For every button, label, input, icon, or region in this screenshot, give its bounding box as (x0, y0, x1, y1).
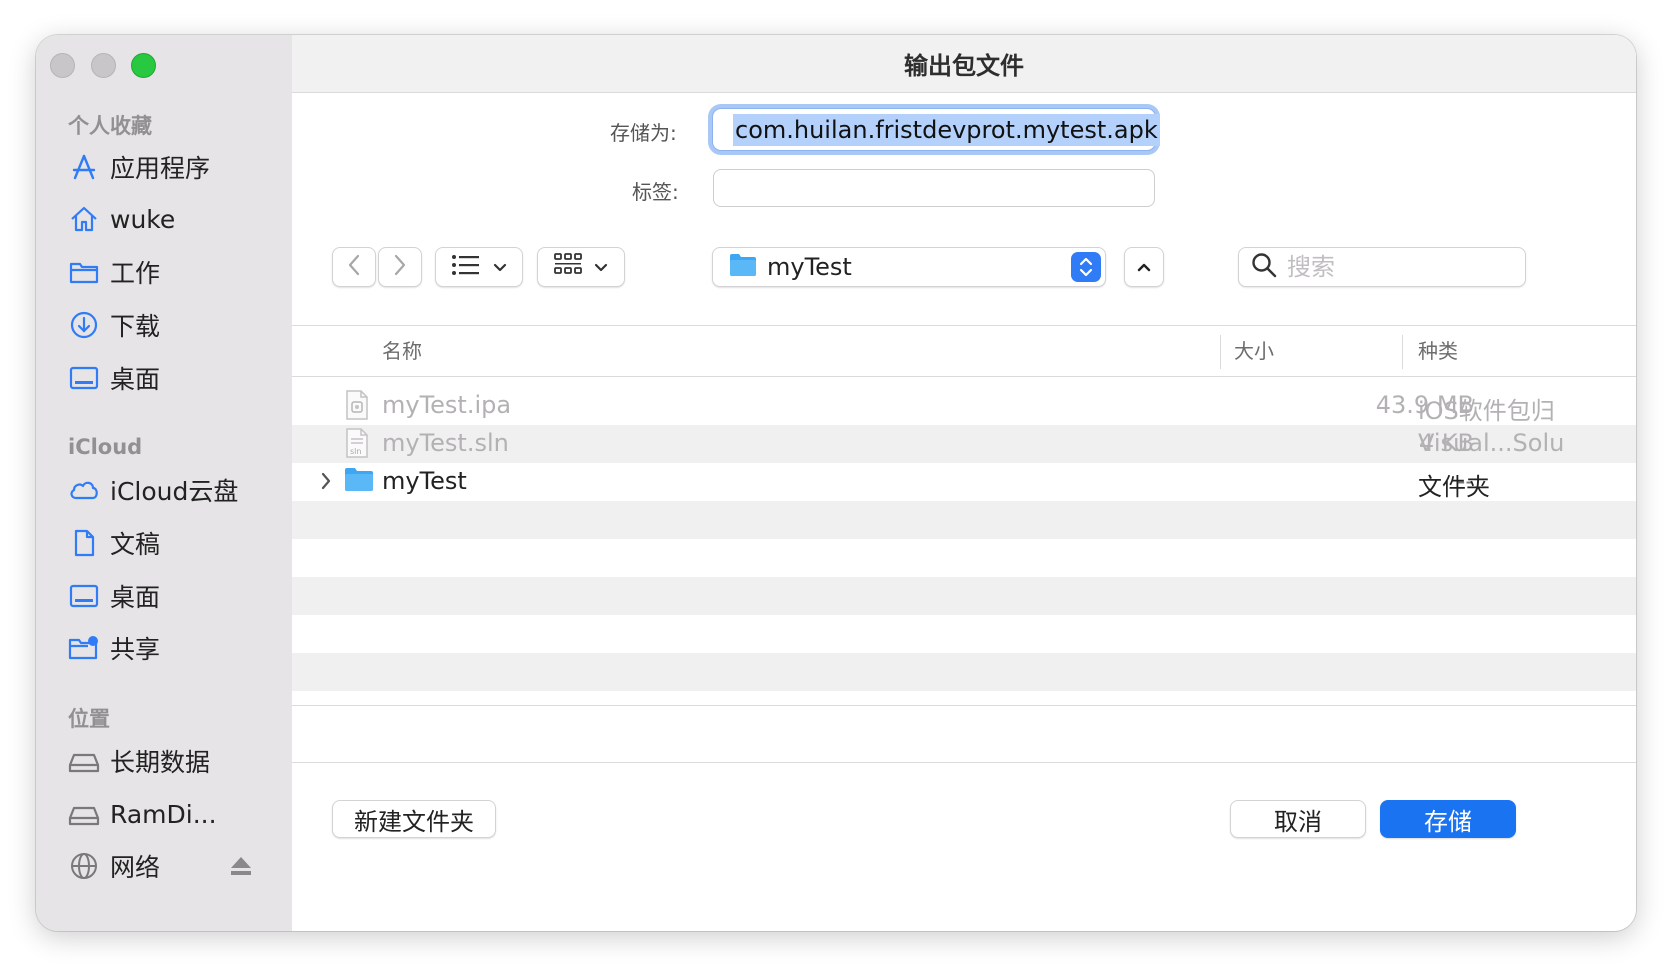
folder-icon (344, 466, 374, 496)
sidebar-item-long-term-data[interactable]: 长期数据 (68, 739, 288, 783)
sidebar-item-shared[interactable]: 共享 (68, 626, 288, 670)
main-panel: 输出包文件 存储为: com.huilan.fristdevprot.mytes… (292, 35, 1636, 931)
sidebar-item-label: wuke (110, 204, 176, 234)
folder-icon (68, 256, 100, 288)
shared-folder-icon (68, 632, 100, 664)
chevron-up-icon (1136, 258, 1152, 277)
file-name: myTest (382, 467, 467, 495)
back-button[interactable] (332, 247, 376, 287)
sidebar-item-label: 桌面 (110, 583, 161, 612)
sln-file-icon: sln (344, 428, 370, 462)
updown-chevron-icon (1071, 252, 1101, 282)
table-row (292, 501, 1636, 539)
search-field[interactable] (1238, 247, 1526, 287)
sidebar-item-desktop[interactable]: 桌面 (68, 356, 288, 400)
zoom-window-button[interactable] (131, 53, 156, 78)
sidebar-item-label: 下载 (110, 312, 161, 341)
tags-label: 标签: (632, 180, 679, 204)
sidebar-item-label: 网络 (110, 853, 161, 882)
search-input[interactable] (1287, 253, 1507, 281)
tags-field[interactable] (713, 169, 1155, 207)
drive-icon (68, 798, 100, 830)
close-window-button[interactable] (50, 53, 75, 78)
new-folder-label: 新建文件夹 (354, 807, 474, 836)
sidebar-item-label: RamDi... (110, 799, 217, 829)
sidebar-item-label: iCloud云盘 (110, 477, 239, 506)
file-kind: 文件夹 (1418, 473, 1490, 501)
save-as-value[interactable]: com.huilan.fristdevprot.mytest.apk (733, 113, 1160, 146)
gallery-view-button[interactable] (537, 247, 625, 287)
sidebar-item-label: 桌面 (110, 365, 161, 394)
folder-icon (729, 253, 757, 281)
minimize-window-button[interactable] (91, 53, 116, 78)
sidebar-section-icloud: iCloud (68, 435, 143, 459)
sidebar-item-work[interactable]: 工作 (68, 250, 288, 294)
sidebar-item-applications[interactable]: 应用程序 (68, 145, 288, 189)
sidebar-item-label: 文稿 (110, 530, 161, 559)
save-button[interactable]: 存储 (1380, 800, 1516, 838)
column-header-name[interactable]: 名称 (382, 335, 422, 364)
sidebar-item-documents[interactable]: 文稿 (68, 521, 288, 565)
column-header-size[interactable]: 大小 (1234, 335, 1274, 364)
location-popup[interactable]: myTest (712, 247, 1106, 287)
save-as-label: 存储为: (610, 121, 677, 145)
home-icon (68, 203, 100, 235)
sidebar-section-locations: 位置 (68, 707, 110, 731)
new-folder-button[interactable]: 新建文件夹 (332, 800, 496, 838)
forward-button[interactable] (378, 247, 422, 287)
sidebar-item-icloud-desktop[interactable]: 桌面 (68, 574, 288, 618)
applications-icon (68, 151, 100, 183)
expand-collapse-button[interactable] (1124, 247, 1164, 287)
file-kind: Visual...Solu (1418, 429, 1565, 457)
location-name: myTest (767, 253, 852, 281)
sidebar-item-label: 应用程序 (110, 154, 211, 183)
sidebar-item-label: 共享 (110, 635, 161, 664)
table-row (292, 615, 1636, 653)
save-label: 存储 (1424, 807, 1472, 836)
sidebar-item-downloads[interactable]: 下载 (68, 303, 288, 347)
save-dialog: 个人收藏 应用程序 wuke 工作 下载 桌面 iCloud iCloud云盘 … (36, 35, 1636, 931)
ipa-file-icon (344, 390, 370, 424)
sidebar-item-network[interactable]: 网络 (68, 844, 288, 888)
chevron-right-icon (393, 254, 407, 280)
sidebar-item-ramdisk[interactable]: RamDi... (68, 792, 288, 836)
sidebar-section-favorites: 个人收藏 (68, 114, 152, 138)
file-kind: iOS软件包归 (1418, 397, 1555, 425)
cancel-label: 取消 (1274, 807, 1322, 836)
window-title: 输出包文件 (904, 52, 1024, 80)
download-icon (68, 309, 100, 341)
table-row (292, 539, 1636, 577)
network-icon (68, 850, 100, 882)
sidebar-item-label: 工作 (110, 259, 161, 288)
list-view-icon (451, 254, 481, 280)
save-as-field[interactable]: com.huilan.fristdevprot.mytest.apk (712, 108, 1160, 151)
sidebar-item-label: 长期数据 (110, 748, 211, 777)
desktop-icon (68, 580, 100, 612)
drive-icon (68, 745, 100, 777)
search-icon (1251, 252, 1277, 282)
table-row: sln myTest.sln 4 KB Visual...Solu (292, 425, 1636, 463)
table-row[interactable]: myTest -- 文件夹 (292, 463, 1636, 501)
title-bar: 输出包文件 (292, 35, 1636, 93)
desktop-icon (68, 362, 100, 394)
sidebar: 个人收藏 应用程序 wuke 工作 下载 桌面 iCloud iCloud云盘 … (36, 35, 293, 931)
chevron-left-icon (347, 254, 361, 280)
table-row (292, 577, 1636, 615)
grid-view-icon (554, 253, 582, 281)
sidebar-item-home[interactable]: wuke (68, 197, 288, 241)
cancel-button[interactable]: 取消 (1230, 800, 1366, 838)
file-name: myTest.ipa (382, 391, 512, 419)
sidebar-item-icloud-drive[interactable]: iCloud云盘 (68, 468, 288, 512)
chevron-right-icon[interactable] (320, 472, 332, 494)
cloud-icon (68, 474, 100, 506)
svg-text:sln: sln (350, 447, 361, 456)
column-header-kind[interactable]: 种类 (1418, 335, 1458, 364)
document-icon (68, 527, 100, 559)
chevron-down-icon (594, 258, 608, 277)
chevron-down-icon (493, 258, 507, 277)
list-view-button[interactable] (435, 247, 523, 287)
table-row (292, 653, 1636, 691)
table-row: myTest.ipa 43.9 MB iOS软件包归 (292, 387, 1636, 425)
file-name: myTest.sln (382, 429, 509, 457)
